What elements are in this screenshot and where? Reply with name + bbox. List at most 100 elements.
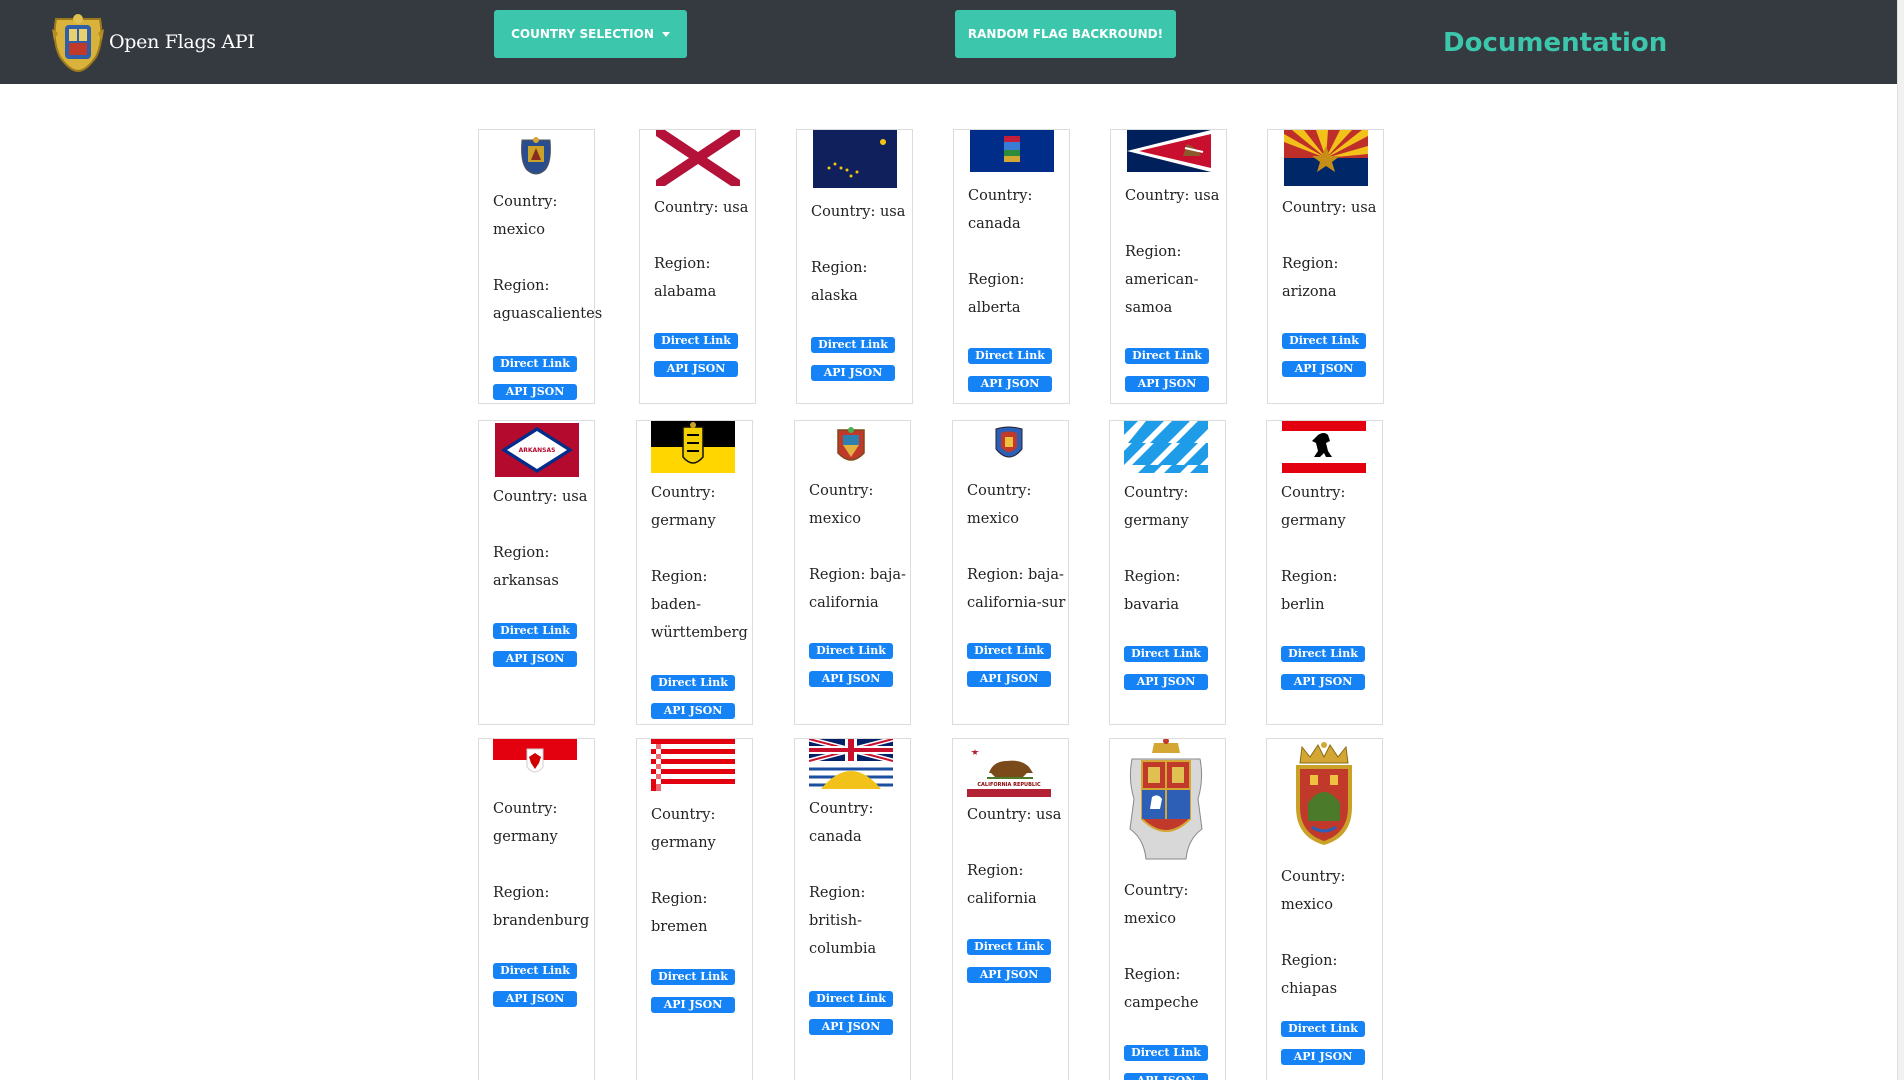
region-label: Region: bremen — [651, 891, 708, 935]
country-selection-label: COUNTRY SELECTION — [511, 27, 654, 41]
baden-wurttemberg-flag-icon[interactable] — [651, 421, 735, 473]
flag-card: ARKANSAS Country: usa Region: arkansas D… — [478, 420, 595, 725]
country-label: Country: germany — [493, 801, 558, 845]
brand[interactable]: Open Flags API — [50, 11, 255, 73]
country-label: Country: usa — [967, 807, 1062, 823]
api-json-button[interactable]: API JSON — [968, 376, 1052, 392]
random-flag-background-button[interactable]: RANDOM FLAG BACKROUND! — [955, 10, 1176, 58]
navbar: Open Flags API COUNTRY SELECTION RANDOM … — [0, 0, 1904, 84]
api-json-button[interactable]: API JSON — [1282, 361, 1366, 377]
region-label: Region: british-columbia — [809, 885, 877, 957]
campeche-flag-icon[interactable] — [1124, 739, 1208, 867]
flag-card: Country: usa Region: arizona Direct Link… — [1267, 129, 1384, 404]
api-json-button[interactable]: API JSON — [1125, 376, 1209, 392]
british-columbia-flag-icon[interactable] — [809, 739, 893, 789]
api-json-button[interactable]: API JSON — [809, 671, 893, 687]
direct-link-button[interactable]: Direct Link — [1282, 333, 1366, 349]
direct-link-button[interactable]: Direct Link — [967, 939, 1051, 955]
country-label: Country: germany — [651, 485, 716, 529]
api-json-button[interactable]: API JSON — [967, 967, 1051, 983]
country-label: Country: germany — [1281, 485, 1346, 529]
direct-link-button[interactable]: Direct Link — [811, 337, 895, 353]
flag-card: Country: canada Region: british-columbia… — [794, 738, 911, 1080]
country-label: Country: mexico — [967, 483, 1032, 527]
aguascalientes-flag-icon[interactable] — [519, 136, 553, 178]
california-flag-icon[interactable]: CALIFORNIA REPUBLIC — [967, 745, 1051, 797]
country-label: Country: mexico — [809, 483, 874, 527]
flag-card: Country: germany Region: berlin Direct L… — [1266, 420, 1383, 725]
api-json-button[interactable]: API JSON — [651, 703, 735, 719]
direct-link-button[interactable]: Direct Link — [651, 675, 735, 691]
alaska-flag-icon[interactable] — [813, 130, 897, 188]
country-label: Country: usa — [1282, 200, 1377, 216]
api-json-button[interactable]: API JSON — [1124, 1073, 1208, 1080]
api-json-button[interactable]: API JSON — [493, 991, 577, 1007]
flag-card: Country: germany Region: bremen Direct L… — [636, 738, 753, 1080]
country-label: Country: germany — [1124, 485, 1189, 529]
direct-link-button[interactable]: Direct Link — [1124, 1045, 1208, 1061]
alberta-flag-icon[interactable] — [970, 130, 1054, 172]
flag-card: Country: canada Region: alberta Direct L… — [953, 129, 1070, 404]
flag-card: Country: germany Region: baden-württembe… — [636, 420, 753, 725]
direct-link-button[interactable]: Direct Link — [493, 356, 577, 372]
documentation-link[interactable]: Documentation — [1443, 28, 1667, 58]
direct-link-button[interactable]: Direct Link — [1124, 646, 1208, 662]
caret-down-icon — [661, 31, 670, 37]
region-label: Region: baja-california-sur — [967, 567, 1066, 611]
direct-link-button[interactable]: Direct Link — [1125, 348, 1209, 364]
direct-link-button[interactable]: Direct Link — [651, 969, 735, 985]
flag-card: Country: mexico Region: baja-california-… — [952, 420, 1069, 725]
country-label: Country: germany — [651, 807, 716, 851]
direct-link-button[interactable]: Direct Link — [654, 333, 738, 349]
direct-link-button[interactable]: Direct Link — [967, 643, 1051, 659]
region-label: Region: arkansas — [493, 545, 559, 589]
baja-california-flag-icon[interactable] — [835, 427, 867, 467]
api-json-button[interactable]: API JSON — [967, 671, 1051, 687]
direct-link-button[interactable]: Direct Link — [493, 623, 577, 639]
coat-of-arms-logo-icon — [52, 14, 104, 73]
bavaria-flag-icon[interactable] — [1124, 421, 1208, 473]
scrollbar-track[interactable] — [1897, 0, 1904, 1080]
api-json-button[interactable]: API JSON — [1281, 1049, 1365, 1065]
region-label: Region: bavaria — [1124, 569, 1181, 613]
direct-link-button[interactable]: Direct Link — [809, 643, 893, 659]
api-json-button[interactable]: API JSON — [651, 997, 735, 1013]
country-selection-dropdown[interactable]: COUNTRY SELECTION — [494, 10, 687, 58]
region-label: Region: chiapas — [1281, 953, 1338, 997]
direct-link-button[interactable]: Direct Link — [1281, 1021, 1365, 1037]
country-label: Country: canada — [809, 801, 874, 845]
random-flag-label: RANDOM FLAG BACKROUND! — [967, 27, 1164, 41]
flag-card: Country: mexico Region: baja-california … — [794, 420, 911, 725]
alabama-flag-icon[interactable] — [656, 130, 740, 186]
region-label: Region: alberta — [968, 272, 1025, 316]
api-json-button[interactable]: API JSON — [654, 361, 738, 377]
direct-link-button[interactable]: Direct Link — [968, 348, 1052, 364]
region-label: Region: aguascalientes — [493, 278, 603, 322]
api-json-button[interactable]: API JSON — [1124, 674, 1208, 690]
brandenburg-flag-icon[interactable] — [493, 739, 577, 781]
country-label: Country: mexico — [1124, 883, 1189, 927]
berlin-flag-icon[interactable] — [1282, 421, 1366, 473]
baja-california-sur-flag-icon[interactable] — [993, 425, 1025, 465]
direct-link-button[interactable]: Direct Link — [1281, 646, 1365, 662]
direct-link-button[interactable]: Direct Link — [809, 991, 893, 1007]
api-json-button[interactable]: API JSON — [809, 1019, 893, 1035]
api-json-button[interactable]: API JSON — [1281, 674, 1365, 690]
api-json-button[interactable]: API JSON — [493, 384, 577, 400]
direct-link-button[interactable]: Direct Link — [493, 963, 577, 979]
country-label: Country: canada — [968, 188, 1033, 232]
country-label: Country: usa — [811, 204, 906, 220]
bremen-flag-icon[interactable] — [651, 739, 735, 791]
flag-card: CALIFORNIA REPUBLIC Country: usa Region:… — [952, 738, 1069, 1080]
api-json-button[interactable]: API JSON — [811, 365, 895, 381]
brand-text: Open Flags API — [109, 31, 255, 53]
region-label: Region: baja-california — [809, 567, 906, 611]
chiapas-flag-icon[interactable] — [1282, 741, 1366, 849]
arizona-flag-icon[interactable] — [1284, 130, 1368, 186]
american-samoa-flag-icon[interactable] — [1127, 130, 1211, 172]
country-label: Country: usa — [654, 200, 749, 216]
arkansas-flag-icon[interactable]: ARKANSAS — [495, 423, 579, 477]
country-label: Country: mexico — [493, 194, 558, 238]
region-label: Region: california — [967, 863, 1037, 907]
api-json-button[interactable]: API JSON — [493, 651, 577, 667]
